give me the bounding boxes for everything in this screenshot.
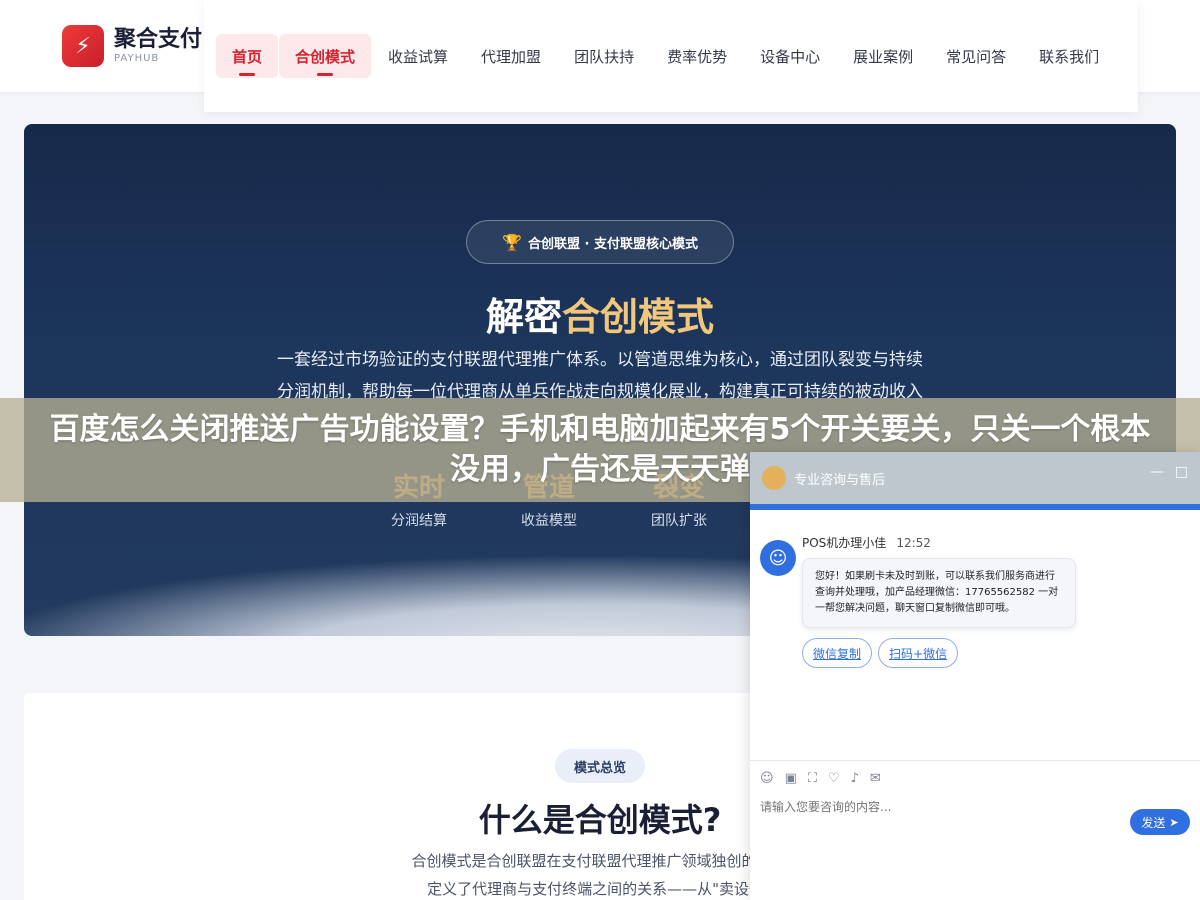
message-icon[interactable]: ✉ — [870, 771, 881, 786]
send-button-label: 发送 — [1141, 815, 1166, 830]
nav-item-agent-join[interactable]: 代理加盟 — [465, 34, 557, 78]
lightning-bolt-icon: ⚡ — [62, 25, 104, 67]
chat-messages: ☺ POS机办理小佳 12:52 您好！如果刷卡未及时到账，可以联系我们服务商进行… — [750, 510, 1200, 764]
stat-label: 收益模型 — [521, 513, 577, 529]
brand-subtitle: PAYHUB — [114, 53, 160, 64]
brand-text: 聚合支付 PAYHUB — [114, 27, 202, 65]
stat-label: 分润结算 — [391, 513, 447, 529]
nav-item-home[interactable]: 首页 — [216, 34, 279, 78]
chat-input[interactable] — [760, 800, 1120, 814]
nav-item-rate-advantage[interactable]: 费率优势 — [651, 34, 743, 78]
brand-name: 聚合支付 — [114, 27, 203, 52]
agent-avatar-icon: ☺ — [760, 540, 796, 576]
send-button[interactable]: 发送 ➤ — [1130, 809, 1190, 835]
section-badge: 模式总览 — [555, 749, 645, 783]
emoji-icon[interactable]: ☺ — [760, 771, 774, 786]
agent-name: POS机办理小佳 — [802, 536, 887, 550]
send-arrow-icon: ➤ — [1169, 815, 1179, 829]
stat-label: 团队扩张 — [651, 513, 707, 529]
message-time: 12:52 — [896, 536, 931, 550]
hero-title: 解密合创模式 — [24, 286, 1176, 341]
chat-toolbar: ☺ ▣ ⛶ ♡ ♪ ✉ — [750, 760, 1200, 796]
copy-wechat-button[interactable]: 微信复制 — [802, 638, 873, 668]
chat-quick-actions: 微信复制 扫码+微信 — [802, 638, 964, 668]
minimize-icon[interactable]: — — [1150, 464, 1164, 480]
nav-item-team-support[interactable]: 团队扶持 — [558, 34, 650, 78]
sound-icon[interactable]: ♪ — [851, 771, 859, 786]
trophy-icon: 🏆 — [502, 232, 522, 252]
nav-item-contact[interactable]: 联系我们 — [1023, 34, 1115, 78]
rate-icon[interactable]: ♡ — [828, 771, 840, 786]
chat-header: 专业咨询与售后 — □ — [750, 452, 1200, 504]
hero-badge: 🏆 合创联盟 · 支付联盟核心模式 — [466, 220, 734, 264]
hero-badge-label: 合创联盟 · 支付联盟核心模式 — [527, 236, 698, 252]
image-icon[interactable]: ▣ — [785, 771, 797, 786]
hero-title-plain: 解密 — [485, 295, 562, 339]
brand-logo[interactable]: ⚡ 聚合支付 PAYHUB — [62, 25, 202, 67]
nav-item-device-center[interactable]: 设备中心 — [744, 34, 836, 78]
scan-wechat-button[interactable]: 扫码+微信 — [878, 638, 959, 668]
agent-message-bubble: 您好！如果刷卡未及时到账，可以联系我们服务商进行查询并处理哦，加产品经理微信：1… — [802, 558, 1076, 628]
chat-header-title: 专业咨询与售后 — [794, 472, 886, 488]
hero-title-accent: 合创模式 — [562, 295, 715, 339]
screenshot-icon[interactable]: ⛶ — [808, 771, 817, 786]
nav-item-faq[interactable]: 常见问答 — [930, 34, 1022, 78]
chat-widget: 专业咨询与售后 — □ ☺ POS机办理小佳 12:52 您好！如果刷卡未及时到账… — [750, 452, 1200, 900]
nav-item-hechuang-mode[interactable]: 合创模式 — [279, 34, 372, 78]
chat-header-avatar — [762, 466, 786, 490]
agent-meta: POS机办理小佳 12:52 — [802, 534, 931, 551]
hero-desc-line-1: 一套经过市场验证的支付联盟代理推广体系。以管道思维为核心，通过团队裂变与持续 — [277, 350, 923, 370]
main-nav: 首页 合创模式 收益试算 代理加盟 团队扶持 费率优势 设备中心 展业案例 常见… — [204, 0, 1138, 112]
nav-item-earnings-calc[interactable]: 收益试算 — [372, 34, 464, 78]
nav-item-cases[interactable]: 展业案例 — [837, 34, 929, 78]
maximize-icon[interactable]: □ — [1175, 464, 1188, 480]
